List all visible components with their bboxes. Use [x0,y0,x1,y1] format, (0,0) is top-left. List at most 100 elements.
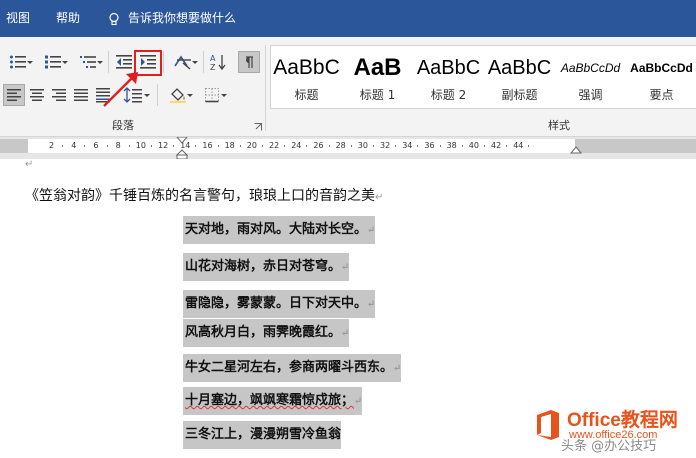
poem-line: 三冬江上，漫漫朔雪冷鱼翁 [183,421,342,449]
tell-me-search[interactable]: 告诉我你想要做什么 [128,0,236,37]
ruler-number: 22 [269,141,280,150]
group-divider [265,45,266,131]
borders-icon [205,88,219,103]
ruler-tick [84,145,86,147]
ruler-tick [528,145,530,147]
multilevel-list-icon [80,56,96,68]
ruler-tick [284,145,286,147]
numbering-icon [45,55,61,69]
lead-paragraph: 《笠翁对韵》千锤百炼的名言警句，琅琅上口的音韵之美↵ [25,185,383,205]
poem-text: 雷隐隐，雾蒙蒙。日下对天中。 [185,296,368,311]
ruler-number: 2 [49,141,55,150]
ruler-tick [439,145,441,147]
align-center-button[interactable] [26,84,48,106]
paragraph-mark: ↵ [25,159,34,170]
numbering-button[interactable] [38,51,68,73]
lead-text: 《笠翁对韵》千锤百炼的名言警句，琅琅上口的音韵之美 [25,188,375,204]
poem-text: 牛女二星河左右，参商两曜斗西东。 [185,360,394,375]
separator [157,84,158,106]
separator [203,51,204,73]
pilcrow-icon [246,56,253,68]
shading-button[interactable] [163,84,193,106]
show-marks-button[interactable] [238,51,260,73]
paragraph-mark: ↵ [375,192,384,203]
poem-text: 山花对海树，赤日对苍穹。 [185,259,342,274]
ruler-tick [62,145,64,147]
style-heading-2[interactable]: AaBbC 标题 2 [413,46,484,108]
paragraph-mark: ↵ [367,225,376,236]
menu-help[interactable]: 帮助 [56,0,80,37]
lightbulb-icon [109,12,119,26]
ruler-tick [128,145,130,147]
chevron-down-icon[interactable] [187,94,193,97]
ruler-tick [417,145,419,147]
ruler-number: 6 [93,141,99,150]
ruler-number: 40 [468,141,479,150]
style-subtitle[interactable]: AaBbC 副标题 [484,46,555,108]
align-left-icon [7,89,21,101]
horizontal-ruler[interactable]: 2 4 6 8 10 12 14 16 18 20 22 24 26 28 30 32 34 36 38 40 42 44 [0,139,696,153]
separator [163,51,164,73]
justify-button[interactable] [70,84,92,106]
bullets-icon [10,55,26,69]
align-center-icon [30,89,44,101]
paragraph-mark: ↵ [367,299,376,310]
indent-marker-icon[interactable] [176,137,188,159]
chevron-down-icon[interactable] [97,61,103,64]
align-right-icon [52,89,66,101]
styles-group-label: 样式 [548,119,570,132]
poem-line: 山花对海树，赤日对苍穹。↵ [183,253,350,281]
sort-button[interactable]: A Z [207,51,229,73]
ruler-number: 42 [491,141,502,150]
ruler-number: 8 [115,141,121,150]
ruler-number: 44 [513,141,524,150]
poem-line: 十月塞边，飒飒寒霜惊戍旅；↵ [183,387,363,415]
chevron-down-icon[interactable] [27,61,33,64]
poem-line: 风高秋月白，雨霁晚霞红。↵ [183,319,350,347]
ruler-number: 18 [224,141,235,150]
align-left-button[interactable] [3,84,25,106]
chevron-down-icon[interactable] [221,94,227,97]
dialog-launcher-icon[interactable] [254,123,262,131]
styles-gallery: AaBbC 标题 AaB 标题 1 AaBbC 标题 2 AaBbC 副标题 A… [270,45,696,109]
ruler-number: 10 [135,141,146,150]
bullets-button[interactable] [4,51,33,73]
ruler-number: 28 [335,141,346,150]
paragraph-mark: ↵ [393,363,402,374]
multilevel-list-button[interactable] [73,51,103,73]
ruler-number: 34 [402,141,413,150]
ruler-tick [150,145,152,147]
svg-text:Z: Z [210,63,216,71]
ruler-tick [506,145,508,147]
menu-view[interactable]: 视图 [6,0,30,37]
ruler-number: 16 [202,141,213,150]
ruler-tick [173,145,175,147]
style-strong[interactable]: AaBbCcDd 要点 [626,46,696,108]
align-right-button[interactable] [48,84,70,106]
paragraph-mark: ↵ [354,396,363,407]
watermark-overlay: 头条 @办公技巧 [561,439,657,454]
poem-text: 十月塞边，飒飒寒霜惊戍旅； [185,393,355,408]
paint-bucket-icon [170,88,186,103]
ruler-tick [328,145,330,147]
style-title[interactable]: AaBbC 标题 [271,46,342,108]
chevron-down-icon[interactable] [62,61,68,64]
borders-button[interactable] [197,84,227,106]
menu-bar: 视图 帮助 告诉我你想要做什么 [0,0,696,37]
chevron-down-icon[interactable] [144,94,150,97]
ruler-number: 30 [357,141,368,150]
chevron-down-icon[interactable] [192,61,198,64]
chinese-layout-button[interactable] [167,51,199,73]
ruler-tick [395,145,397,147]
right-indent-marker-icon[interactable] [570,146,582,156]
ruler-tick [261,145,263,147]
ruler-tick [350,145,352,147]
ruler-number: 38 [446,141,457,150]
ruler-number: 4 [71,141,77,150]
ruler-number: 26 [313,141,324,150]
poem-line: 雷隐隐，雾蒙蒙。日下对天中。↵ [183,290,376,318]
style-heading-1[interactable]: AaB 标题 1 [342,46,413,108]
style-emphasis[interactable]: AaBbCcDd 强调 [555,46,626,108]
poem-text: 三冬江上，漫漫朔雪冷鱼翁 [185,427,342,442]
watermark: Office教程网 www.office26.com 头条 @办公技巧 [527,401,696,458]
